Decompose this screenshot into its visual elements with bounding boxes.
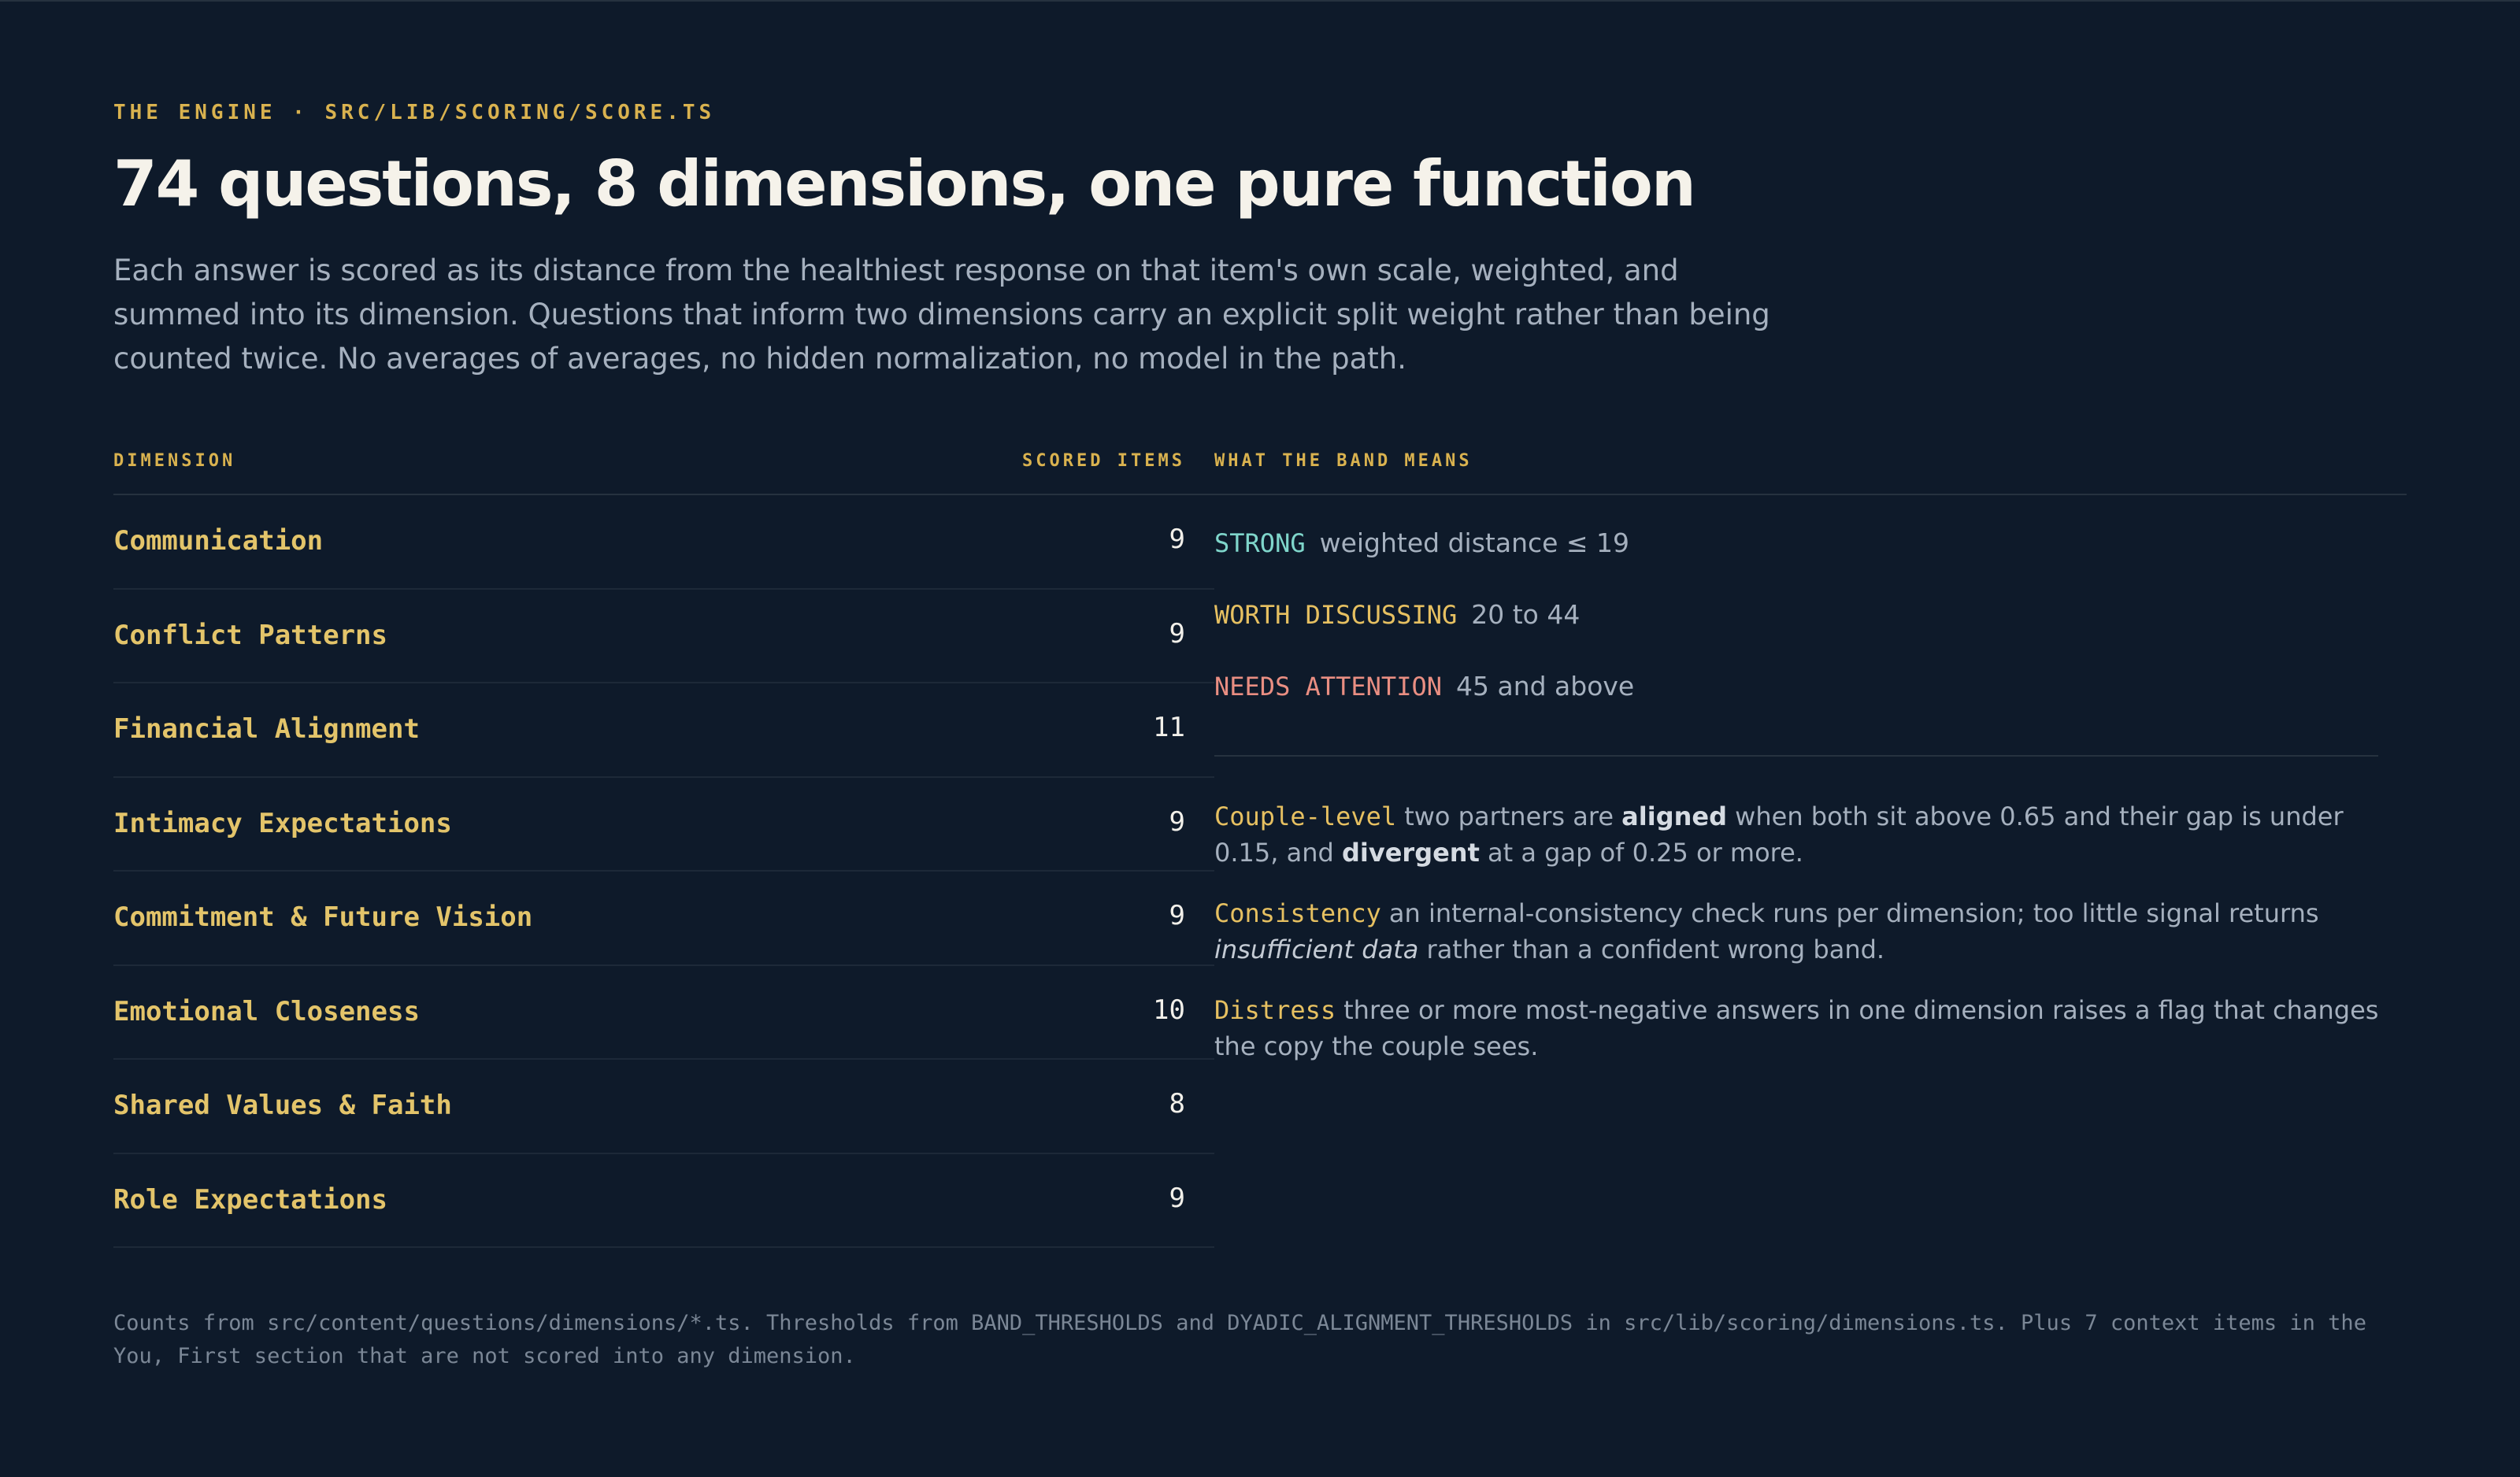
scored-items-count: 9 xyxy=(1169,524,1185,555)
dimension-name: Conflict Patterns xyxy=(113,619,387,651)
band-strong: STRONG weighted distance ≤ 19 xyxy=(1214,521,2380,593)
scored-items-count: 11 xyxy=(1153,712,1185,743)
band-description: 45 and above xyxy=(1455,671,1635,701)
scoring-notes: Couple-level two partners are aligned whe… xyxy=(1214,798,2396,1089)
scored-items-count: 9 xyxy=(1169,900,1185,931)
table-row: Role Expectations 9 xyxy=(113,1154,1214,1248)
note-couple-level: Couple-level two partners are aligned whe… xyxy=(1214,801,2344,868)
scored-items-count: 10 xyxy=(1153,994,1185,1026)
dimension-name: Commitment & Future Vision xyxy=(113,901,533,933)
band-label: NEEDS ATTENTION xyxy=(1214,672,1442,701)
band-worth-discussing: WORTH DISCUSSING 20 to 44 xyxy=(1214,593,2380,664)
scored-items-count: 9 xyxy=(1169,617,1185,650)
scored-items-count: 9 xyxy=(1169,805,1185,838)
band-needs-attention: NEEDS ATTENTION 45 and above xyxy=(1214,664,2380,736)
column-header-dimension: DIMENSION xyxy=(113,451,236,471)
table-row: Shared Values & Faith 8 xyxy=(113,1060,1214,1154)
scored-items-count: 8 xyxy=(1169,1088,1185,1120)
table-row: Financial Alignment 11 xyxy=(113,683,1214,778)
term-divergent: divergent xyxy=(1341,838,1480,868)
page-title: 74 questions, 8 dimensions, one pure fun… xyxy=(113,147,1696,220)
note-label: Consistency xyxy=(1214,898,1381,928)
dimension-name: Intimacy Expectations xyxy=(113,807,452,839)
table-row: Emotional Closeness 10 xyxy=(113,966,1214,1060)
note-consistency: Consistency an internal-consistency check… xyxy=(1214,898,2319,964)
table-row: Intimacy Expectations 9 xyxy=(113,778,1214,872)
term-aligned: aligned xyxy=(1621,801,1727,831)
dimension-name: Communication xyxy=(113,525,324,557)
engine-page: THE ENGINE · SRC/LIB/SCORING/SCORE.TS 74… xyxy=(0,2,2520,1477)
band-legend: STRONG weighted distance ≤ 19 WORTH DISCU… xyxy=(1214,521,2380,736)
dimension-name: Shared Values & Faith xyxy=(113,1090,452,1121)
column-header-scored-items: SCORED ITEMS xyxy=(1022,451,1185,471)
table-row: Conflict Patterns 9 xyxy=(113,590,1214,683)
band-label: STRONG xyxy=(1214,528,1306,558)
dimension-name: Role Expectations xyxy=(113,1183,387,1216)
table-row: Commitment & Future Vision 9 xyxy=(113,872,1214,966)
band-description: weighted distance ≤ 19 xyxy=(1319,528,1630,558)
scored-items-count: 9 xyxy=(1169,1182,1185,1214)
dimension-name: Emotional Closeness xyxy=(113,995,420,1027)
band-label: WORTH DISCUSSING xyxy=(1214,600,1458,630)
term-insufficient-data: insufficient data xyxy=(1214,935,1419,964)
dimension-name: Financial Alignment xyxy=(113,713,420,745)
band-description: 20 to 44 xyxy=(1471,599,1581,630)
column-header-band-meaning: WHAT THE BAND MEANS xyxy=(1214,451,1473,471)
source-footnote: Counts from src/content/questions/dimens… xyxy=(113,1311,2366,1368)
band-divider xyxy=(1214,755,2378,757)
note-label: Couple-level xyxy=(1214,801,1397,831)
intro-paragraph: Each answer is scored as its distance fr… xyxy=(113,254,1770,376)
section-eyebrow: THE ENGINE · SRC/LIB/SCORING/SCORE.TS xyxy=(113,101,716,124)
note-label: Distress xyxy=(1214,995,1336,1025)
table-row: Communication 9 xyxy=(113,495,1214,590)
note-distress: Distress three or more most-negative answ… xyxy=(1214,995,2379,1061)
dimension-table: Communication 9 Conflict Patterns 9 Fina… xyxy=(113,495,1214,1248)
